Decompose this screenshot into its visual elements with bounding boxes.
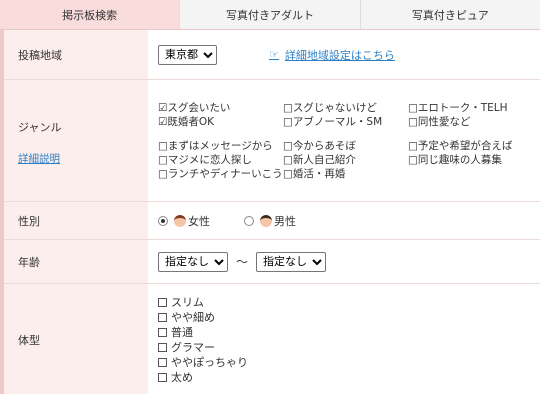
body-option[interactable]: 太め (158, 370, 540, 385)
age-to-select[interactable]: 指定なし (256, 251, 327, 272)
genre-checkbox[interactable]: □新人自己紹介 (283, 153, 408, 167)
genre-checkbox[interactable]: □婚活・再婚 (283, 167, 408, 181)
age-row: 年齢 指定なし 〜 指定なし (4, 240, 540, 284)
age-tilde: 〜 (236, 255, 249, 269)
genre-checkbox[interactable]: □スグじゃないけど (283, 101, 408, 115)
male-label: 男性 (274, 214, 296, 228)
genre-detail-link[interactable]: 詳細説明 (18, 151, 148, 166)
area-label: 投稿地域 (4, 30, 148, 79)
genre-checkbox[interactable]: ☑既婚者OK (158, 115, 283, 129)
female-radio[interactable] (158, 215, 168, 226)
body-label: 体型 (4, 284, 148, 394)
checkbox-icon (158, 327, 167, 337)
body-option[interactable]: やや細め (158, 310, 540, 325)
female-label: 女性 (188, 214, 210, 228)
age-label: 年齢 (4, 240, 148, 283)
checkbox-icon (158, 342, 167, 352)
age-from-select[interactable]: 指定なし (158, 251, 228, 272)
genre-checkbox[interactable]: □マジメに恋人探し (158, 153, 283, 167)
checkbox-icon (158, 297, 167, 307)
genre-checkbox[interactable]: □同じ趣味の人募集 (408, 153, 538, 167)
female-face-icon (174, 214, 186, 227)
body-option[interactable]: グラマー (158, 340, 540, 355)
search-form: 投稿地域 東京都 ☞ 詳細地域設定はこちら ジャンル 詳細説明 ☑スグ会いたい … (0, 30, 540, 394)
genre-checkbox[interactable]: □ランチやディナーいこう (158, 167, 283, 181)
genre-checkbox[interactable]: □予定や希望が合えば (408, 139, 538, 153)
genre-checkbox[interactable]: ☑スグ会いたい (158, 101, 283, 115)
checkbox-icon (158, 312, 167, 322)
tab-photo-pure[interactable]: 写真付きピュア (360, 0, 540, 29)
genre-checkbox[interactable]: □アブノーマル・SM (283, 115, 408, 129)
checkbox-icon (158, 372, 167, 382)
area-detail-link[interactable]: ☞ 詳細地域設定はこちら (269, 47, 395, 63)
genre-label: ジャンル (18, 121, 62, 134)
genre-group-1: ☑スグ会いたい □スグじゃないけど □エロトーク・TELH ☑既婚者OK □アブ… (158, 101, 540, 129)
tab-photo-adult[interactable]: 写真付きアダルト (180, 0, 361, 29)
body-option[interactable]: ややぽっちゃり (158, 355, 540, 370)
genre-checkbox[interactable]: □同性愛など (408, 115, 538, 129)
sex-label: 性別 (4, 202, 148, 239)
tab-bar: 掲示板検索 写真付きアダルト 写真付きピュア (0, 0, 540, 30)
area-row: 投稿地域 東京都 ☞ 詳細地域設定はこちら (4, 30, 540, 80)
body-option[interactable]: 普通 (158, 325, 540, 340)
tab-board-search[interactable]: 掲示板検索 (0, 0, 181, 29)
area-select[interactable]: 東京都 (158, 44, 217, 65)
pointing-hand-icon: ☞ (269, 48, 279, 61)
male-radio[interactable] (244, 215, 254, 226)
genre-checkbox[interactable]: □まずはメッセージから (158, 139, 283, 153)
genre-checkbox[interactable]: □今からあそぼ (283, 139, 408, 153)
genre-checkbox[interactable]: □エロトーク・TELH (408, 101, 538, 115)
checkbox-icon (158, 357, 167, 367)
genre-row: ジャンル 詳細説明 ☑スグ会いたい □スグじゃないけど □エロトーク・TELH … (4, 80, 540, 202)
body-options: スリム やや細め 普通 グラマー ややぽっちゃり 太め (148, 284, 540, 394)
sex-row: 性別 女性 男性 (4, 202, 540, 240)
body-option[interactable]: スリム (158, 295, 540, 310)
genre-group-2: □まずはメッセージから □今からあそぼ □予定や希望が合えば □マジメに恋人探し… (158, 139, 540, 181)
body-row: 体型 スリム やや細め 普通 グラマー ややぽっちゃり 太め (4, 284, 540, 394)
male-face-icon (260, 214, 272, 227)
